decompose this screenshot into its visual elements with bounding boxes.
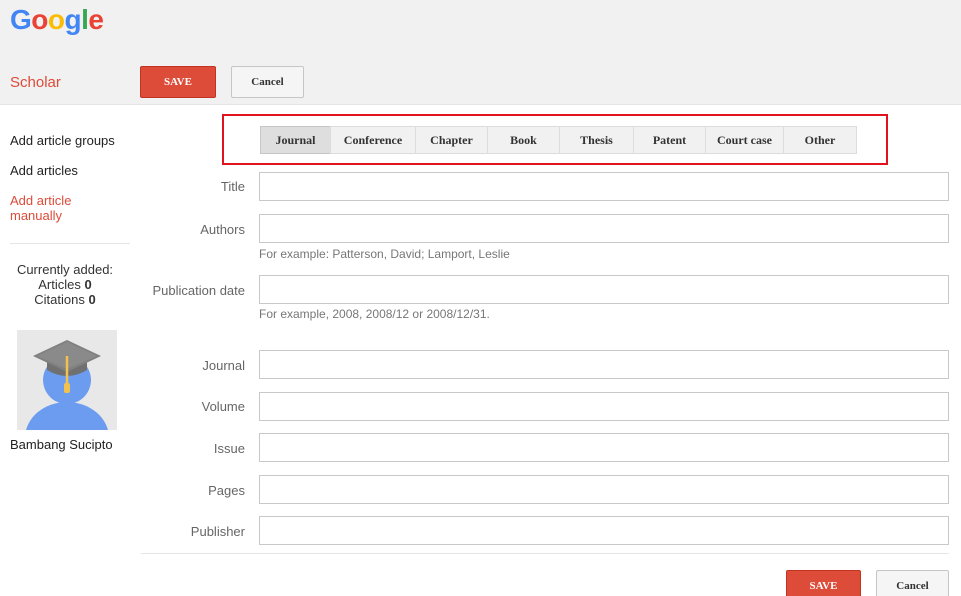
title-input[interactable]	[259, 172, 949, 201]
issue-input[interactable]	[259, 433, 949, 462]
logo-letter: o	[31, 4, 48, 35]
tab-book[interactable]: Book	[487, 126, 560, 154]
articles-stat: Articles 0	[10, 277, 120, 292]
logo-letter: l	[81, 4, 89, 35]
tab-thesis[interactable]: Thesis	[559, 126, 634, 154]
pages-input[interactable]	[259, 475, 949, 504]
form-divider	[141, 553, 949, 554]
journal-input[interactable]	[259, 350, 949, 379]
tab-journal[interactable]: Journal	[260, 126, 331, 154]
tab-other[interactable]: Other	[783, 126, 857, 154]
tab-court-case[interactable]: Court case	[705, 126, 784, 154]
sidebar-item-add-article-manually[interactable]: Add article manually	[10, 193, 90, 223]
sidebar-divider	[10, 243, 130, 244]
logo-letter: o	[47, 4, 65, 35]
volume-label: Volume	[201, 399, 245, 414]
cancel-button-bottom[interactable]: Cancel	[876, 570, 949, 596]
logo-letter: e	[88, 4, 104, 35]
product-name[interactable]: Scholar	[10, 74, 61, 91]
articles-label: Articles	[38, 277, 81, 292]
tab-patent[interactable]: Patent	[633, 126, 706, 154]
tab-conference[interactable]: Conference	[330, 126, 416, 154]
authors-hint: For example: Patterson, David; Lamport, …	[259, 247, 510, 261]
authors-input[interactable]	[259, 214, 949, 243]
graduate-avatar-icon	[26, 340, 108, 430]
top-bar: Google	[0, 0, 961, 60]
citations-label: Citations	[34, 292, 85, 307]
action-bar: Scholar SAVE Cancel	[0, 60, 961, 105]
document-type-tabs: Journal Conference Chapter Book Thesis P…	[260, 126, 857, 154]
citations-count: 0	[88, 292, 96, 307]
publisher-label: Publisher	[190, 524, 245, 539]
publisher-input[interactable]	[259, 516, 949, 545]
citations-stat: Citations 0	[10, 292, 120, 307]
user-name[interactable]: Bambang Sucipto	[10, 437, 113, 452]
save-button-bottom[interactable]: SAVE	[786, 570, 861, 596]
issue-label: Issue	[213, 441, 245, 456]
pages-label: Pages	[208, 483, 245, 498]
logo-letter: g	[64, 4, 82, 35]
publication-date-label: Publication date	[152, 283, 245, 298]
currently-added-label: Currently added:	[16, 262, 114, 277]
tab-chapter[interactable]: Chapter	[415, 126, 488, 154]
volume-input[interactable]	[259, 392, 949, 421]
sidebar-item-add-article-groups[interactable]: Add article groups	[10, 133, 115, 148]
article-stats: Currently added: Articles 0 Citations 0	[10, 262, 120, 307]
journal-label: Journal	[202, 358, 245, 373]
authors-label: Authors	[200, 222, 245, 237]
cancel-button[interactable]: Cancel	[231, 66, 304, 98]
publication-date-input[interactable]	[259, 275, 949, 304]
save-button[interactable]: SAVE	[140, 66, 216, 98]
sidebar-item-add-articles[interactable]: Add articles	[10, 163, 78, 178]
google-logo[interactable]: Google	[10, 4, 104, 36]
title-label: Title	[220, 179, 245, 194]
logo-letter: G	[10, 4, 32, 35]
avatar[interactable]	[17, 330, 117, 430]
publication-date-hint: For example, 2008, 2008/12 or 2008/12/31…	[259, 307, 490, 321]
articles-count: 0	[84, 277, 92, 292]
